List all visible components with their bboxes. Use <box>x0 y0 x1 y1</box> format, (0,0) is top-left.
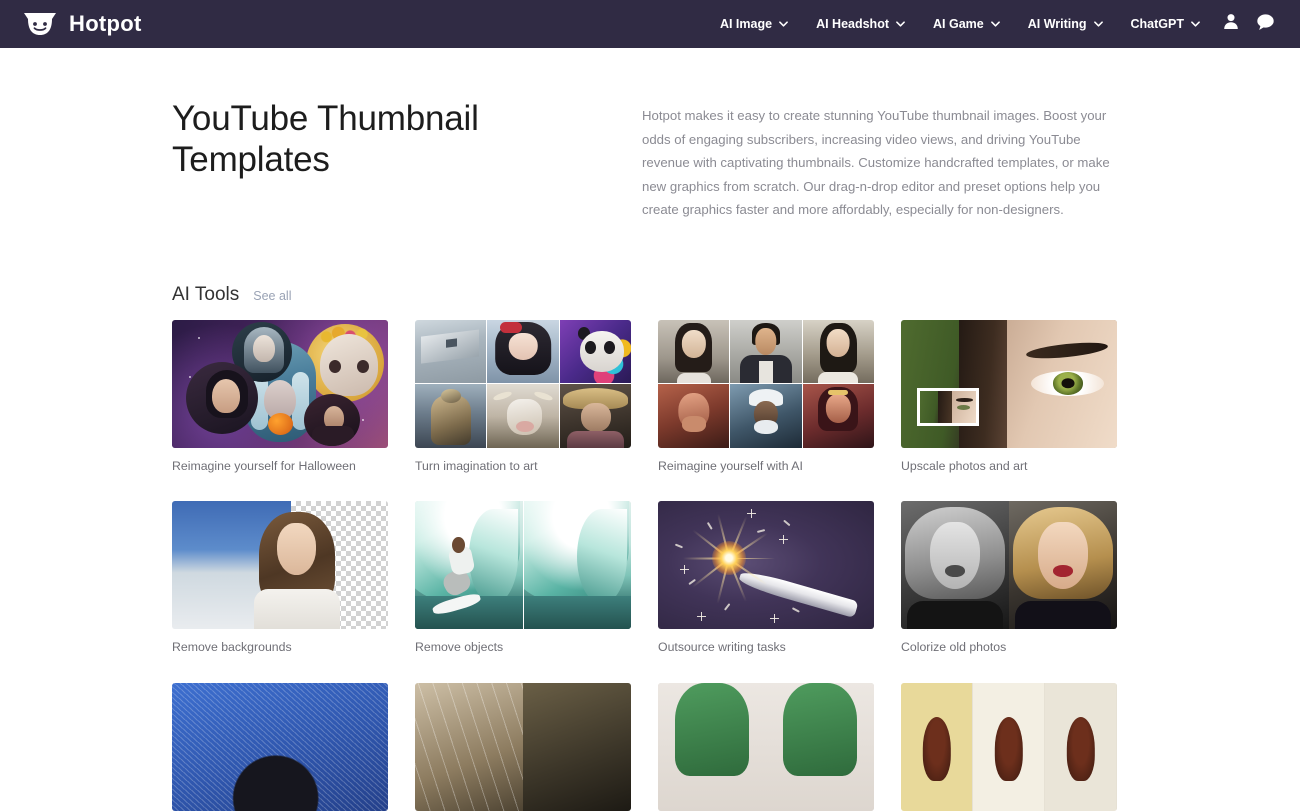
tool-card-remove-backgrounds[interactable]: Remove backgrounds <box>172 501 388 656</box>
tool-card-row3-4[interactable] <box>901 683 1117 811</box>
tool-card-row3-2[interactable] <box>415 683 631 811</box>
nav-item-label: AI Game <box>933 17 984 31</box>
tool-card-halloween[interactable]: Reimagine yourself for Halloween <box>172 320 388 475</box>
nav-item-label: AI Headshot <box>816 17 889 31</box>
tool-card-remove-objects[interactable]: Remove objects <box>415 501 631 656</box>
hotpot-smiley-logo-icon <box>22 11 58 37</box>
tool-card-thumbnail[interactable] <box>172 501 388 629</box>
nav-item-ai-image[interactable]: AI Image <box>706 11 802 37</box>
halloween-collage-art <box>172 320 388 448</box>
green-hair-portrait-art <box>658 683 874 811</box>
tool-card-thumbnail[interactable] <box>172 320 388 448</box>
tool-card-caption: Reimagine yourself with AI <box>658 459 874 475</box>
headshot-grid-art <box>658 320 874 448</box>
tool-card-thumbnail[interactable] <box>901 683 1117 811</box>
tool-card-caption: Remove objects <box>415 640 631 656</box>
tool-card-caption: Turn imagination to art <box>415 459 631 475</box>
page-content: YouTube Thumbnail Templates Hotpot makes… <box>0 48 1300 811</box>
tool-card-thumbnail[interactable] <box>172 683 388 811</box>
page-title: YouTube Thumbnail Templates <box>172 98 642 222</box>
surfer-object-removal-art <box>415 501 631 629</box>
user-account-icon <box>1223 13 1239 35</box>
tool-card-caption: Upscale photos and art <box>901 459 1117 475</box>
tool-card-outsource-writing[interactable]: Outsource writing tasks <box>658 501 874 656</box>
ai-tools-grid: Reimagine yourself for Halloween Turn im… <box>172 320 1128 811</box>
chevron-down-icon <box>896 21 905 27</box>
section-title: AI Tools <box>172 284 239 306</box>
colorize-before-after-art <box>901 501 1117 629</box>
tool-card-caption: Colorize old photos <box>901 640 1117 656</box>
blue-sketch-portrait-art <box>172 683 388 811</box>
tool-card-thumbnail[interactable] <box>658 320 874 448</box>
nav-item-ai-writing[interactable]: AI Writing <box>1014 11 1117 37</box>
tool-card-upscale[interactable]: Upscale photos and art <box>901 320 1117 475</box>
tool-card-colorize[interactable]: Colorize old photos <box>901 501 1117 656</box>
ai-art-grid-art <box>415 320 631 448</box>
tool-card-caption: Remove backgrounds <box>172 640 388 656</box>
nav-right-group: AI Image AI Headshot AI Game AI Writing <box>706 7 1282 41</box>
nav-item-label: AI Image <box>720 17 772 31</box>
butterfly-specimens-art <box>901 683 1117 811</box>
chevron-down-icon <box>991 21 1000 27</box>
see-all-link[interactable]: See all <box>253 289 291 303</box>
brand-name: Hotpot <box>69 11 142 37</box>
tool-card-thumbnail[interactable] <box>901 320 1117 448</box>
chevron-down-icon <box>1191 21 1200 27</box>
nav-item-chatgpt[interactable]: ChatGPT <box>1117 11 1214 37</box>
chevron-down-icon <box>779 21 788 27</box>
brand-logo-link[interactable]: Hotpot <box>22 11 142 37</box>
tool-card-ai-headshot[interactable]: Reimagine yourself with AI <box>658 320 874 475</box>
section-header-ai-tools: AI Tools See all <box>172 284 1128 306</box>
tool-card-thumbnail[interactable] <box>901 501 1117 629</box>
chat-button[interactable] <box>1248 7 1282 41</box>
tool-card-thumbnail[interactable] <box>415 501 631 629</box>
tool-card-caption: Outsource writing tasks <box>658 640 874 656</box>
chat-bubble-icon <box>1256 13 1275 36</box>
tool-card-thumbnail[interactable] <box>415 683 631 811</box>
upscale-inset-preview <box>917 388 979 426</box>
page-description: Hotpot makes it easy to create stunning … <box>642 98 1122 222</box>
chevron-down-icon <box>1094 21 1103 27</box>
tool-card-thumbnail[interactable] <box>658 501 874 629</box>
tool-card-thumbnail[interactable] <box>658 683 874 811</box>
eye-closeup-upscale-art <box>901 320 1117 448</box>
nav-item-label: AI Writing <box>1028 17 1087 31</box>
hero-section: YouTube Thumbnail Templates Hotpot makes… <box>172 48 1128 222</box>
tool-card-row3-3[interactable] <box>658 683 874 811</box>
tool-card-row3-1[interactable] <box>172 683 388 811</box>
background-removal-art <box>172 501 388 629</box>
account-button[interactable] <box>1214 7 1248 41</box>
tool-card-caption: Reimagine yourself for Halloween <box>172 459 388 475</box>
nav-item-label: ChatGPT <box>1131 17 1184 31</box>
nav-item-ai-game[interactable]: AI Game <box>919 11 1014 37</box>
top-navigation-bar: Hotpot AI Image AI Headshot AI Game AI W… <box>0 0 1300 48</box>
pen-sparkler-art <box>658 501 874 629</box>
tool-card-imagination-to-art[interactable]: Turn imagination to art <box>415 320 631 475</box>
tool-card-thumbnail[interactable] <box>415 320 631 448</box>
nav-item-ai-headshot[interactable]: AI Headshot <box>802 11 919 37</box>
sepia-restore-art <box>415 683 631 811</box>
